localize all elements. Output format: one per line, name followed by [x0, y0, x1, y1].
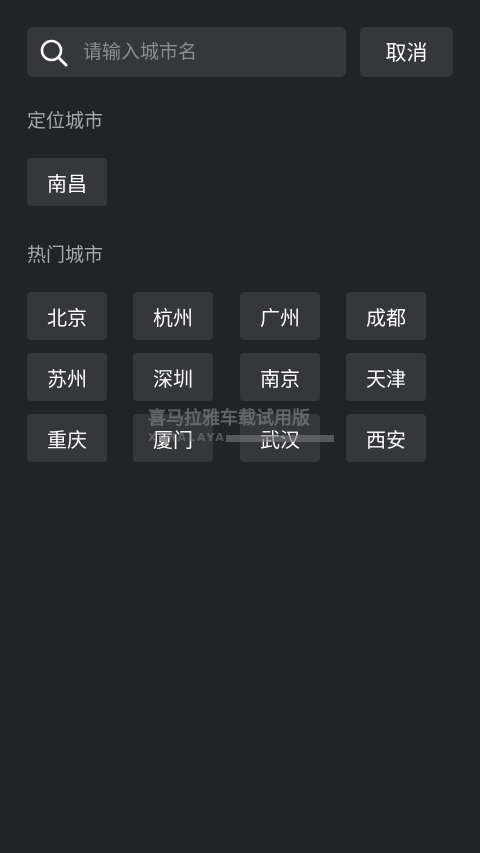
- hot-city-button[interactable]: 南京: [240, 353, 320, 401]
- hot-city-button[interactable]: 天津: [346, 353, 426, 401]
- hot-city-button[interactable]: 西安: [346, 414, 426, 462]
- hot-cities-title: 热门城市: [27, 244, 104, 266]
- hot-city-button[interactable]: 广州: [240, 292, 320, 340]
- search-bar: 取消: [27, 27, 453, 77]
- search-icon: [39, 38, 69, 68]
- hot-city-button[interactable]: 武汉: [240, 414, 320, 462]
- hot-city-button[interactable]: 杭州: [133, 292, 213, 340]
- hot-city-button[interactable]: 苏州: [27, 353, 107, 401]
- hot-city-button[interactable]: 成都: [346, 292, 426, 340]
- search-input[interactable]: [83, 27, 338, 77]
- hot-city-button[interactable]: 深圳: [133, 353, 213, 401]
- search-box[interactable]: [27, 27, 346, 77]
- cancel-button[interactable]: 取消: [360, 27, 453, 77]
- located-city-title: 定位城市: [27, 110, 104, 132]
- located-city-button[interactable]: 南昌: [27, 158, 107, 206]
- hot-city-button[interactable]: 北京: [27, 292, 107, 340]
- hot-city-button[interactable]: 重庆: [27, 414, 107, 462]
- hot-city-button[interactable]: 厦门: [133, 414, 213, 462]
